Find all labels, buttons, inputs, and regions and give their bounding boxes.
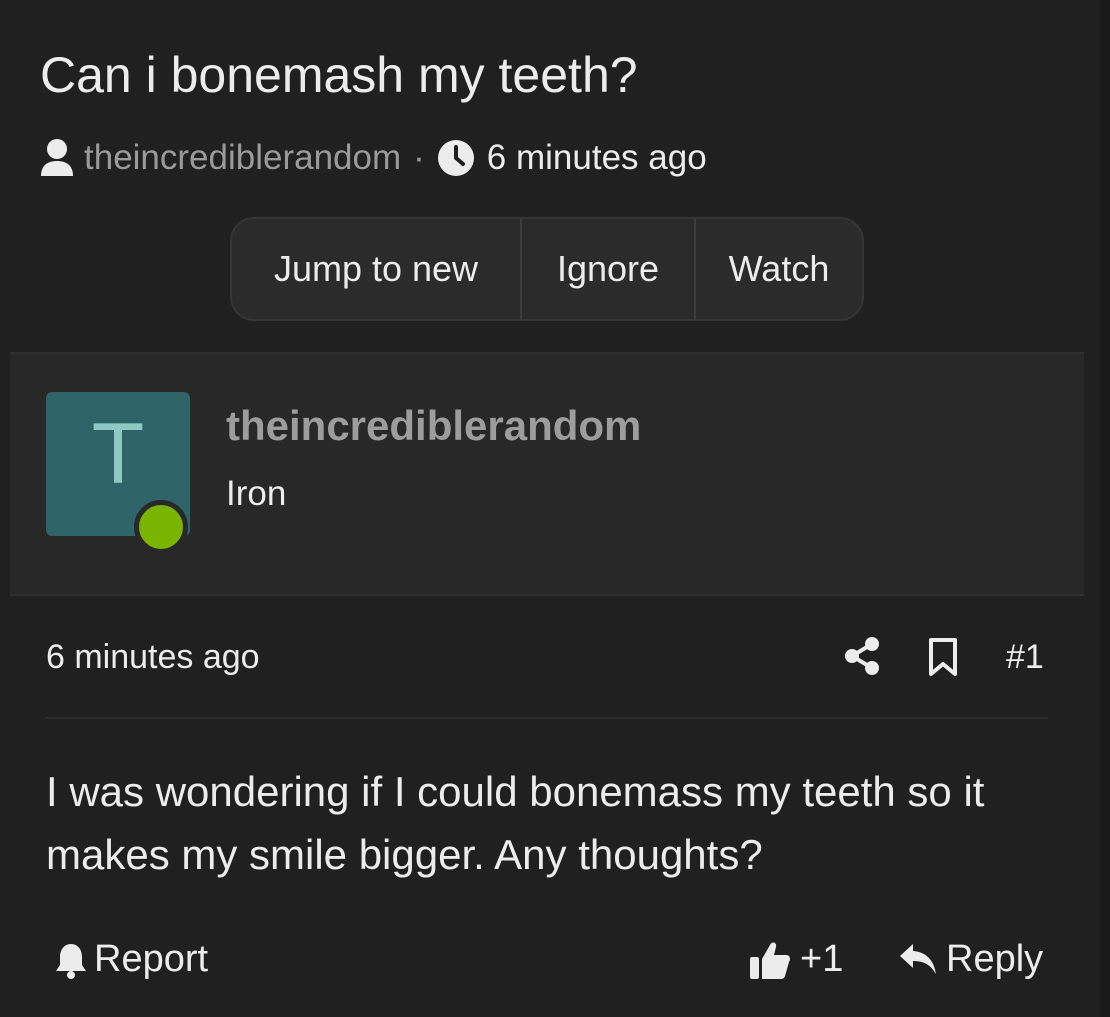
post-time[interactable]: 6 minutes ago [46,638,260,677]
like-count: +1 [800,938,844,980]
clock-icon [437,140,474,176]
thread-page: Can i bonemash my teeth? theincrediblera… [0,0,1110,1017]
share-icon[interactable] [844,636,880,676]
thread-author-link[interactable]: theincrediblerandom [84,138,401,178]
ignore-button[interactable]: Ignore [522,219,694,319]
thread-title: Can i bonemash my teeth? [40,47,638,103]
report-button[interactable]: Report [54,938,208,981]
author-block-caret [84,560,152,594]
divider [46,717,1048,719]
thread-actions: Jump to new Ignore Watch [230,217,864,321]
like-button[interactable]: +1 [748,938,843,981]
reply-button[interactable]: Reply [898,938,1043,981]
thread-meta: theincrediblerandom · 6 minutes ago [40,138,707,178]
post-author-link[interactable]: theincrediblerandom [226,402,641,450]
reply-label: Reply [946,938,1044,980]
page-edge [1100,0,1110,1017]
post-body: I was wondering if I could bonemass my t… [46,768,985,878]
bookmark-icon[interactable] [926,637,960,677]
thumbs-up-icon [750,942,790,979]
avatar-letter: T [91,406,145,502]
report-label: Report [94,938,209,980]
user-icon [41,139,73,176]
reply-icon [900,943,936,974]
online-indicator [134,500,188,554]
jump-to-new-button[interactable]: Jump to new [232,219,520,319]
bell-icon [56,943,86,979]
meta-separator: · [413,138,425,177]
watch-button[interactable]: Watch [696,219,862,319]
post-author-block: T theincrediblerandom Iron [10,352,1084,596]
thread-time[interactable]: 6 minutes ago [487,138,707,178]
user-title: Iron [226,474,287,513]
post-number-link[interactable]: #1 [1006,638,1044,677]
